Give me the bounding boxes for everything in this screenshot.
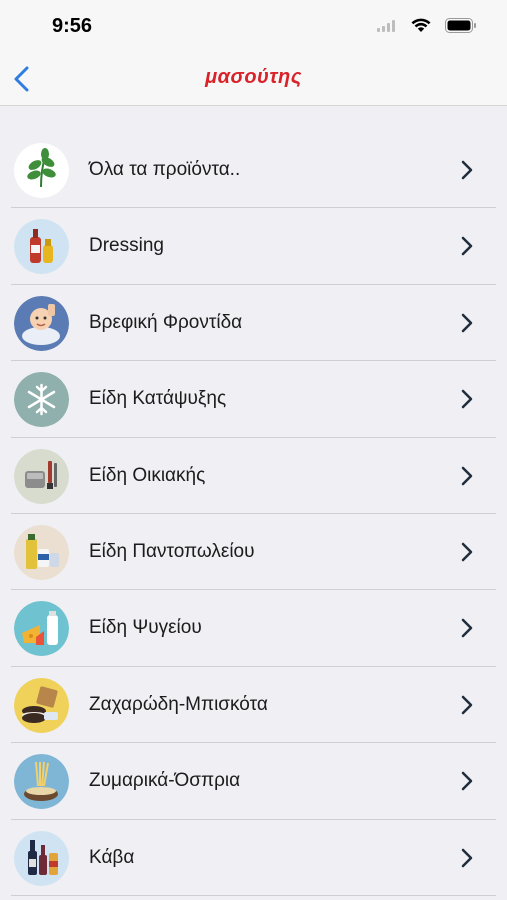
category-label: Dressing <box>89 235 164 257</box>
wine-icon <box>14 830 69 886</box>
category-label: Κάβα <box>89 846 135 868</box>
category-row-household[interactable]: Είδη Οικιακής <box>0 438 507 514</box>
household-icon <box>14 448 69 504</box>
category-row-baby-care[interactable]: Βρεφική Φροντίδα <box>0 285 507 362</box>
category-label: Ζυμαρικά-Όσπρια <box>89 770 241 792</box>
category-row-cava[interactable]: Κάβα <box>0 820 507 896</box>
battery-icon <box>445 18 476 33</box>
status-bar: 9:56 <box>0 0 507 52</box>
screen: 9:56 μασούτης Όλα τα προϊόντα.. Dressing… <box>0 0 507 900</box>
category-row-all-products[interactable]: Όλα τα προϊόντα.. <box>0 132 507 209</box>
category-row-grocery[interactable]: Είδη Παντοπωλείου <box>0 514 507 591</box>
sauce-bottles-icon <box>14 219 69 275</box>
pasta-icon <box>14 754 69 810</box>
category-row-biscuits[interactable]: Ζαχαρώδη-Μπισκότα <box>0 667 507 744</box>
grocery-icon <box>14 524 69 580</box>
wifi-icon <box>411 18 431 32</box>
chevron-right-icon <box>461 848 473 867</box>
category-label: Είδη Παντοπωλείου <box>89 540 255 562</box>
baby-icon <box>14 295 69 351</box>
chevron-right-icon <box>461 313 473 333</box>
category-label: Είδη Ψυγείου <box>89 617 202 639</box>
chevron-right-icon <box>461 695 473 714</box>
leaf-icon <box>14 143 69 198</box>
chevron-right-icon <box>461 466 473 485</box>
category-row-refrigerated[interactable]: Είδη Ψυγείου <box>0 590 507 667</box>
dairy-icon <box>14 601 69 657</box>
status-time: 9:56 <box>52 15 93 37</box>
chevron-right-icon <box>461 619 473 638</box>
snowflake-icon <box>14 372 69 428</box>
chevron-right-icon <box>461 389 473 409</box>
category-label: Ζαχαρώδη-Μπισκότα <box>89 693 268 715</box>
signal-icon <box>377 19 395 32</box>
category-row-dressing[interactable]: Dressing <box>0 208 507 285</box>
category-list: Όλα τα προϊόντα.. Dressing Βρεφική Φροντ… <box>0 132 507 896</box>
category-label: Είδη Κατάψυξης <box>89 388 227 410</box>
category-row-frozen[interactable]: Είδη Κατάψυξης <box>0 361 507 438</box>
biscuits-icon <box>14 677 69 733</box>
chevron-right-icon <box>461 237 473 256</box>
brand-logo: μασούτης <box>205 66 302 88</box>
chevron-right-icon <box>461 542 473 562</box>
nav-bar: μασούτης <box>0 52 507 106</box>
category-label: Βρεφική Φροντίδα <box>89 311 243 333</box>
chevron-right-icon <box>461 160 473 180</box>
category-row-pasta-legumes[interactable]: Ζυμαρικά-Όσπρια <box>0 743 507 820</box>
category-label: Είδη Οικιακής <box>89 464 206 486</box>
row-divider <box>11 894 496 896</box>
chevron-right-icon <box>461 771 473 791</box>
category-label: Όλα τα προϊόντα.. <box>89 159 241 180</box>
status-icons <box>377 18 477 33</box>
